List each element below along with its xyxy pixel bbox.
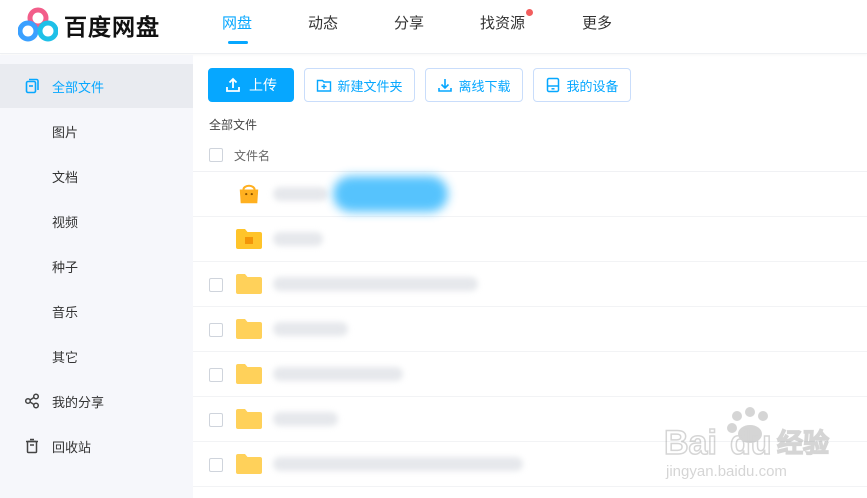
file-list-header: 文件名 xyxy=(193,140,867,172)
special-folder-icon xyxy=(239,184,259,204)
app-logo[interactable]: 百度网盘 xyxy=(18,6,160,44)
offline-download-label: 离线下载 xyxy=(458,79,511,95)
breadcrumb[interactable]: 全部文件 xyxy=(209,116,257,133)
file-row[interactable] xyxy=(193,262,867,307)
folder-icon xyxy=(236,409,262,429)
sidebar-item-other[interactable]: 其它 xyxy=(0,334,193,378)
sidebar-item-label: 图片 xyxy=(52,125,79,141)
folder-icon xyxy=(236,319,262,339)
file-row[interactable] xyxy=(193,172,867,217)
sidebar-item-label: 种子 xyxy=(52,260,79,276)
svg-text:du: du xyxy=(730,424,772,462)
download-icon xyxy=(437,77,453,93)
sidebar-item-label: 我的分享 xyxy=(52,395,105,411)
column-header-filename[interactable]: 文件名 xyxy=(234,147,270,164)
sidebar-item-recycle-bin[interactable]: 回收站 xyxy=(0,424,193,468)
svg-text:jingyan.baidu.com: jingyan.baidu.com xyxy=(665,463,787,480)
sidebar-item-my-shares[interactable]: 我的分享 xyxy=(0,379,193,423)
sidebar-item-label: 全部文件 xyxy=(52,80,105,96)
row-checkbox[interactable] xyxy=(209,323,223,337)
upload-label: 上传 xyxy=(249,78,277,94)
my-devices-button[interactable]: 我的设备 xyxy=(533,68,631,102)
nav-label: 找资源 xyxy=(480,14,526,32)
nav-item-share[interactable]: 分享 xyxy=(394,12,424,33)
share-icon xyxy=(24,393,40,409)
folder-icon xyxy=(236,454,262,474)
sidebar-item-label: 其它 xyxy=(52,350,79,366)
file-name xyxy=(273,457,523,471)
trash-icon xyxy=(24,438,40,454)
sidebar-item-videos[interactable]: 视频 xyxy=(0,199,193,243)
sidebar-item-images[interactable]: 图片 xyxy=(0,109,193,153)
my-devices-label: 我的设备 xyxy=(566,79,619,95)
device-icon xyxy=(545,77,561,93)
sidebar-item-label: 回收站 xyxy=(52,440,92,456)
sidebar-item-all-files[interactable]: 全部文件 xyxy=(0,64,193,108)
sidebar-item-documents[interactable]: 文档 xyxy=(0,154,193,198)
file-name xyxy=(273,412,338,426)
file-row[interactable] xyxy=(193,307,867,352)
nav-label: 网盘 xyxy=(222,14,253,32)
file-name xyxy=(273,232,323,246)
row-checkbox[interactable] xyxy=(209,278,223,292)
nav-item-more[interactable]: 更多 xyxy=(582,12,612,33)
nav-active-indicator xyxy=(228,41,248,44)
nav-label: 动态 xyxy=(308,14,339,32)
document-folder-icon xyxy=(236,229,262,249)
row-checkbox[interactable] xyxy=(209,458,223,472)
baidu-jingyan-watermark: Bai du 经验 jingyan.baidu.com xyxy=(663,407,830,480)
offline-download-button[interactable]: 离线下载 xyxy=(425,68,523,102)
nav-label: 更多 xyxy=(582,14,613,32)
file-row[interactable] xyxy=(193,217,867,262)
sidebar-item-label: 文档 xyxy=(52,170,79,186)
app-name: 百度网盘 xyxy=(64,15,160,41)
row-checkbox[interactable] xyxy=(209,368,223,382)
sidebar-item-label: 音乐 xyxy=(52,305,79,321)
files-icon xyxy=(24,78,40,94)
new-folder-label: 新建文件夹 xyxy=(337,79,403,95)
row-checkbox[interactable] xyxy=(209,413,223,427)
new-folder-icon xyxy=(316,77,332,93)
svg-text:Bai: Bai xyxy=(664,424,717,462)
file-name xyxy=(273,277,478,291)
file-name-highlight xyxy=(333,176,448,212)
file-name xyxy=(273,187,328,201)
nav-item-netdisk[interactable]: 网盘 xyxy=(222,12,253,44)
nav-item-activity[interactable]: 动态 xyxy=(308,12,338,33)
nav-item-find-resources[interactable]: 找资源 xyxy=(480,9,534,33)
upload-button[interactable]: 上传 xyxy=(208,68,294,102)
new-folder-button[interactable]: 新建文件夹 xyxy=(304,68,415,102)
file-name xyxy=(273,367,403,381)
sidebar-item-music[interactable]: 音乐 xyxy=(0,289,193,333)
file-row[interactable] xyxy=(193,352,867,397)
folder-icon xyxy=(236,274,262,294)
sidebar-item-label: 视频 xyxy=(52,215,79,231)
sidebar: 全部文件 图片 文档 视频 种子 音乐 其它 我的分享 回收站 xyxy=(0,55,193,498)
notification-dot xyxy=(526,9,534,16)
file-name xyxy=(273,322,348,336)
sidebar-item-torrents[interactable]: 种子 xyxy=(0,244,193,288)
nav-label: 分享 xyxy=(394,14,425,32)
svg-text:经验: 经验 xyxy=(777,428,829,459)
select-all-checkbox[interactable] xyxy=(209,148,223,162)
upload-icon xyxy=(225,77,241,93)
folder-icon xyxy=(236,364,262,384)
baidu-netdisk-logo-icon xyxy=(18,7,58,42)
top-header: 百度网盘 网盘 动态 分享 找资源 更多 xyxy=(0,0,867,54)
